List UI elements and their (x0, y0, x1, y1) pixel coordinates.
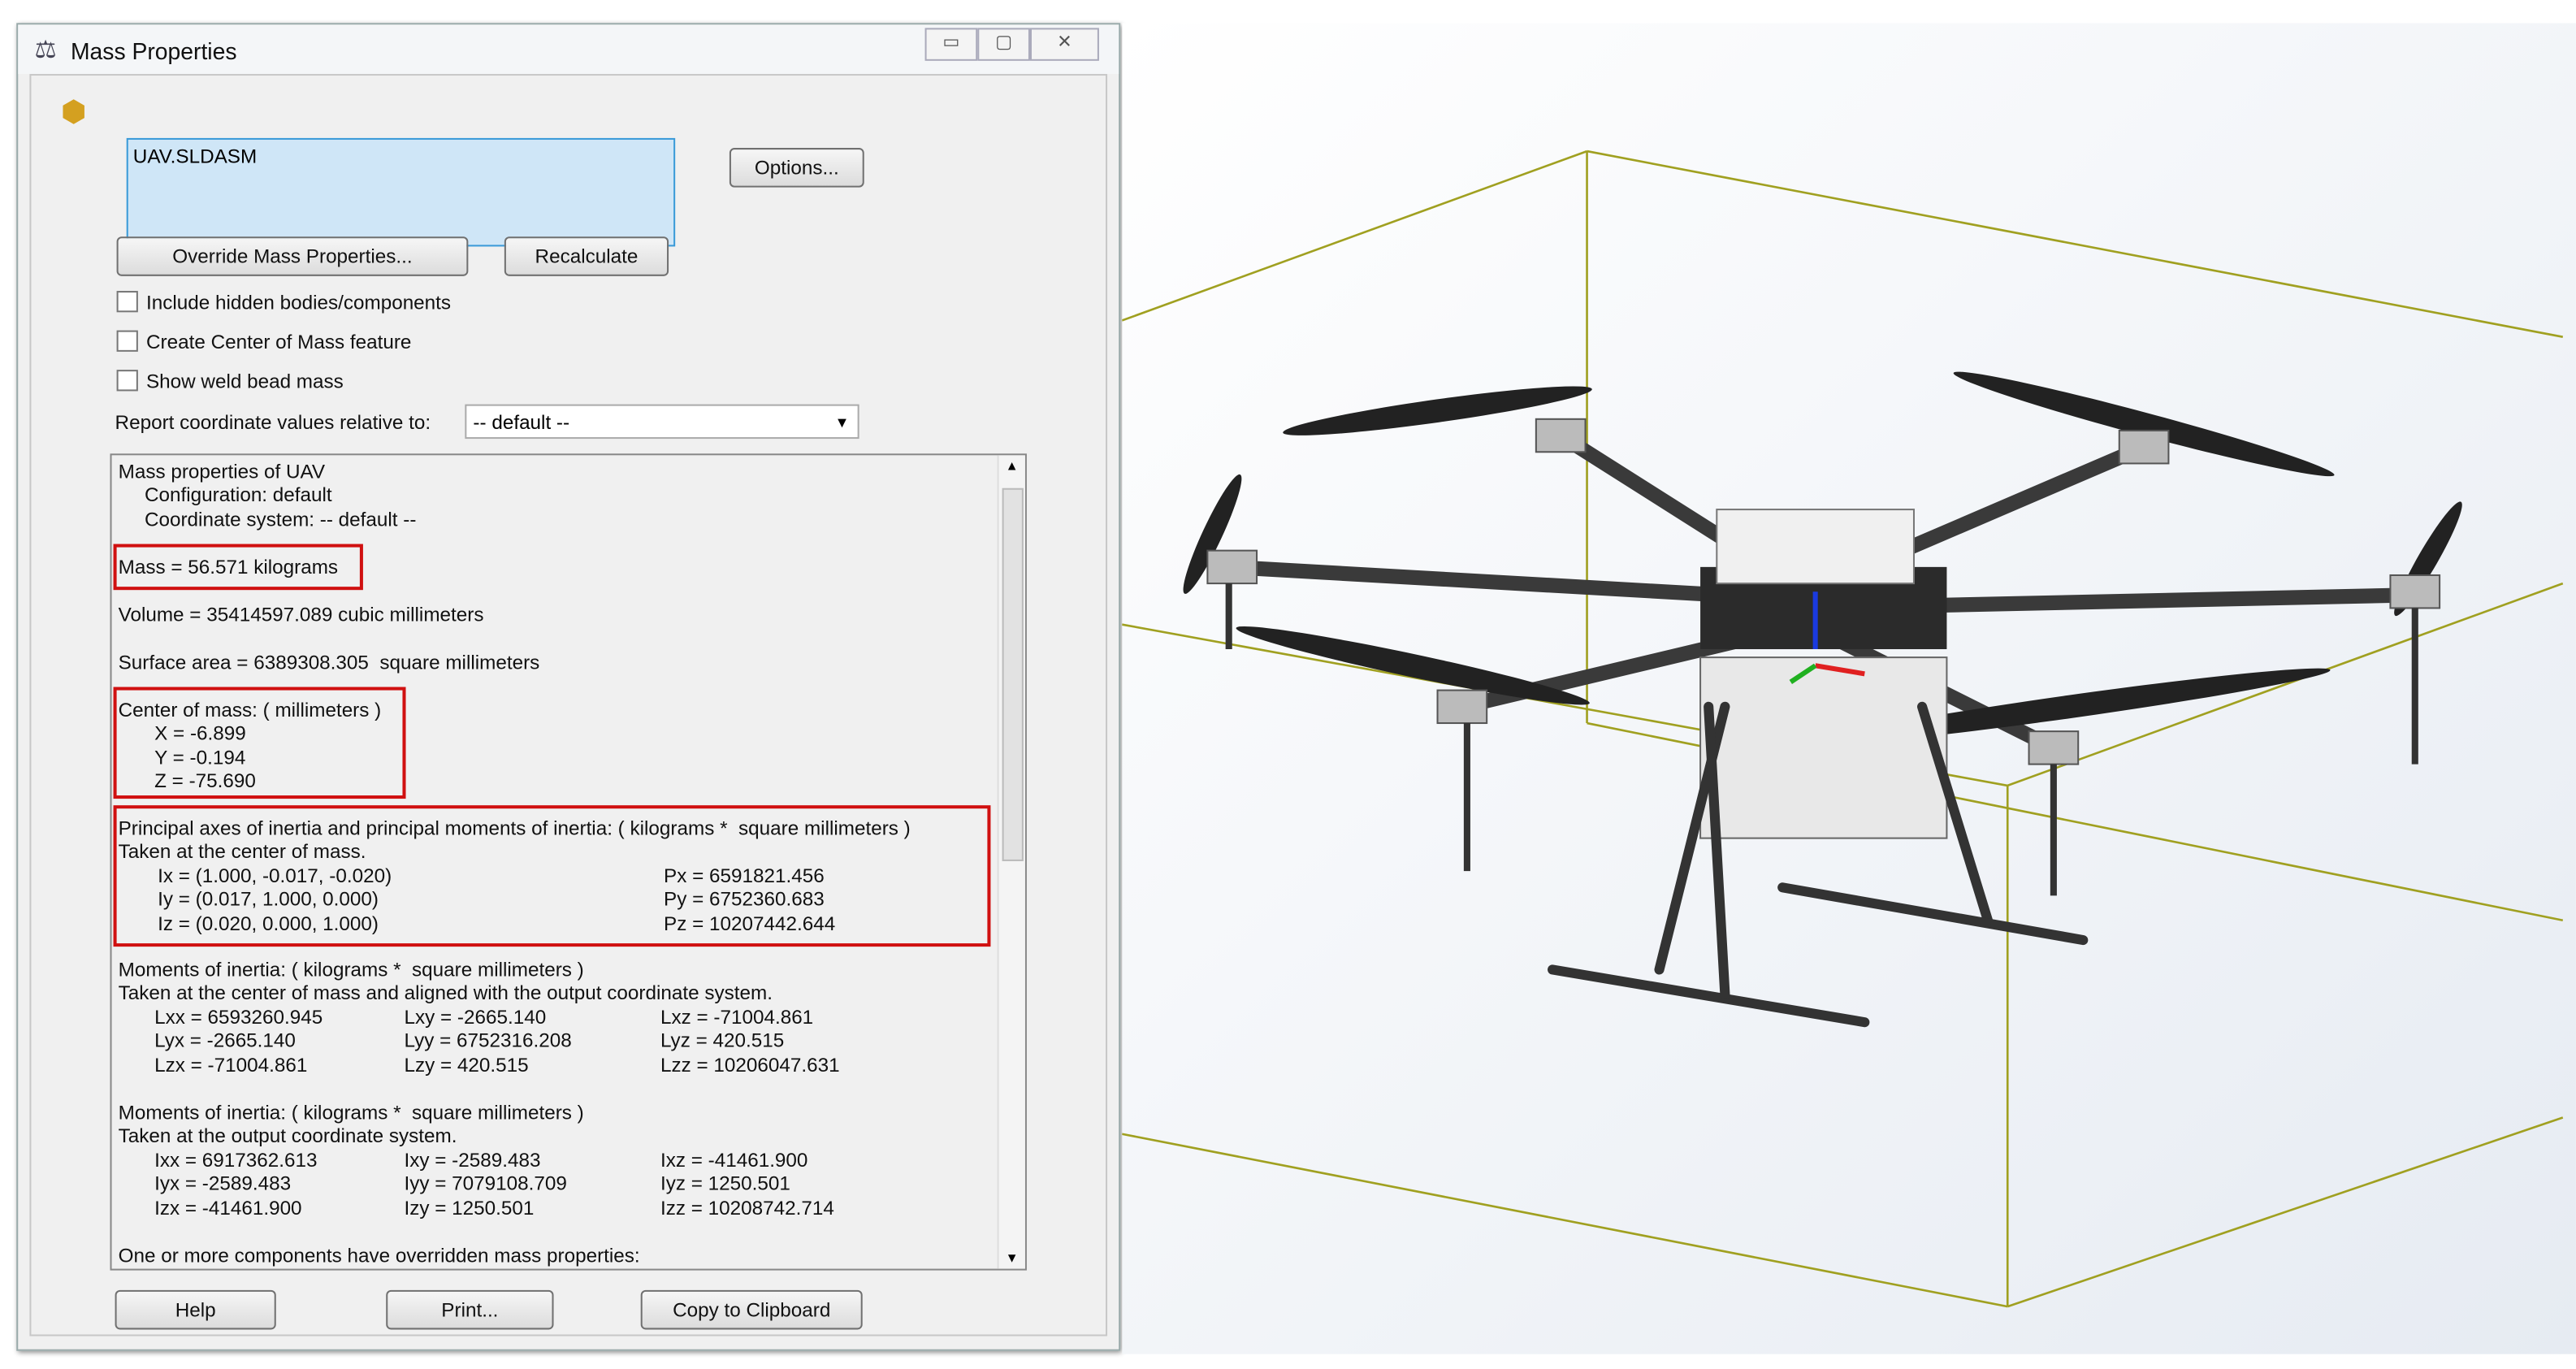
moi2-value: Ixx = 6917362.613 (154, 1148, 318, 1172)
com-z: Z = -75.690 (154, 769, 256, 792)
checkbox-label: Show weld bead mass (145, 370, 344, 393)
moi1-sub: Taken at the center of mass and aligned … (118, 981, 773, 1004)
principal-sub: Taken at the center of mass. (118, 839, 366, 863)
options-button[interactable]: Options... (729, 148, 864, 188)
dialog-body: ⬢ UAV.SLDASM Options... Override Mass Pr… (29, 74, 1108, 1337)
results-header: Mass properties of UAV (118, 460, 326, 483)
surface-area-text: Surface area = 6389308.305 square millim… (118, 651, 540, 674)
coordsys-text: Coordinate system: -- default -- (144, 508, 417, 531)
minimize-button[interactable]: ▭ (924, 28, 978, 61)
chevron-down-icon: ▼ (834, 414, 850, 431)
moi2-value: Iyz = 1250.501 (660, 1172, 790, 1195)
show-weld-bead-checkbox[interactable]: Show weld bead mass (116, 370, 344, 393)
axis-iy: Iy = (0.017, 1.000, 0.000) (158, 887, 379, 911)
print-button[interactable]: Print... (386, 1289, 554, 1330)
axis-ix: Ix = (1.000, -0.017, -0.020) (158, 864, 392, 888)
moi2-value: Izz = 10208742.714 (660, 1196, 834, 1220)
window-title: Mass Properties (70, 37, 237, 64)
copy-to-clipboard-button[interactable]: Copy to Clipboard (640, 1289, 863, 1330)
include-hidden-checkbox[interactable]: Include hidden bodies/components (116, 291, 452, 314)
moment-pz: Pz = 10207442.644 (664, 912, 836, 935)
moi2-sub: Taken at the output coordinate system. (118, 1124, 457, 1147)
override-note: One or more components have overridden m… (118, 1244, 640, 1267)
scroll-up-icon[interactable]: ▲ (1006, 458, 1019, 473)
scroll-down-icon[interactable]: ▼ (1006, 1250, 1019, 1265)
title-bar[interactable]: ⚖ Mass Properties ▭ ▢ ✕ (18, 24, 1119, 75)
moment-py: Py = 6752360.683 (664, 887, 825, 911)
results-text-area[interactable]: Mass properties of UAV Configuration: de… (110, 453, 1027, 1271)
moi2-value: Izy = 1250.501 (404, 1196, 535, 1220)
selection-list[interactable]: UAV.SLDASM (126, 137, 676, 247)
override-mass-properties-button[interactable]: Override Mass Properties... (116, 236, 469, 276)
volume-text: Volume = 35414597.089 cubic millimeters (118, 603, 484, 626)
moi1-header: Moments of inertia: ( kilograms * square… (118, 958, 584, 981)
close-button[interactable]: ✕ (1029, 28, 1099, 61)
recalculate-button[interactable]: Recalculate (504, 236, 669, 276)
principal-header: Principal axes of inertia and principal … (118, 817, 911, 840)
moi1-value: Lzx = -71004.861 (154, 1053, 308, 1077)
moi2-value: Iyy = 7079108.709 (404, 1172, 567, 1195)
moi1-value: Lxx = 6593260.945 (154, 1005, 323, 1029)
moi1-value: Lyz = 420.515 (660, 1029, 785, 1052)
help-button[interactable]: Help (115, 1289, 276, 1330)
axis-iz: Iz = (0.020, 0.000, 1.000) (158, 912, 379, 935)
moi2-value: Ixz = -41461.900 (660, 1148, 808, 1172)
moi2-header: Moments of inertia: ( kilograms * square… (118, 1101, 584, 1124)
moi2-value: Iyx = -2589.483 (154, 1172, 292, 1195)
moi1-value: Lzy = 420.515 (404, 1053, 529, 1077)
create-com-checkbox[interactable]: Create Center of Mass feature (116, 330, 412, 353)
configuration-text: Configuration: default (144, 483, 332, 507)
checkbox-label: Create Center of Mass feature (145, 330, 412, 353)
checkbox-label: Include hidden bodies/components (145, 291, 452, 314)
model-viewport[interactable] (1122, 23, 2576, 1354)
coord-label: Report coordinate values relative to: (115, 410, 431, 435)
components-icon: ⬢ (60, 95, 87, 128)
com-header: Center of mass: ( millimeters ) (118, 698, 382, 722)
moment-px: Px = 6591821.456 (664, 864, 825, 888)
maximize-button[interactable]: ▢ (977, 28, 1030, 61)
moi1-value: Lxz = -71004.861 (660, 1005, 814, 1029)
moi1-value: Lzz = 10206047.631 (660, 1053, 840, 1077)
coord-value: -- default -- (473, 410, 570, 435)
mass-properties-dialog: ⚖ Mass Properties ▭ ▢ ✕ ⬢ UAV.SLDASM Opt… (16, 23, 1121, 1351)
moi2-value: Ixy = -2589.483 (404, 1148, 541, 1172)
mass-properties-icon: ⚖ (34, 36, 57, 64)
scrollbar-thumb[interactable] (1002, 487, 1024, 861)
results-scrollbar[interactable]: ▲ ▼ (997, 455, 1025, 1269)
moi1-value: Lxy = -2665.140 (404, 1005, 547, 1029)
com-x: X = -6.899 (154, 721, 246, 745)
moi1-value: Lyy = 6752316.208 (404, 1029, 572, 1052)
moi2-value: Izx = -41461.900 (154, 1196, 302, 1220)
com-y: Y = -0.194 (154, 746, 246, 769)
mass-text: Mass = 56.571 kilograms (118, 555, 339, 579)
selected-item[interactable]: UAV.SLDASM (133, 145, 257, 167)
moi1-value: Lyx = -2665.140 (154, 1029, 296, 1052)
coord-system-dropdown[interactable]: -- default -- ▼ (465, 404, 859, 440)
